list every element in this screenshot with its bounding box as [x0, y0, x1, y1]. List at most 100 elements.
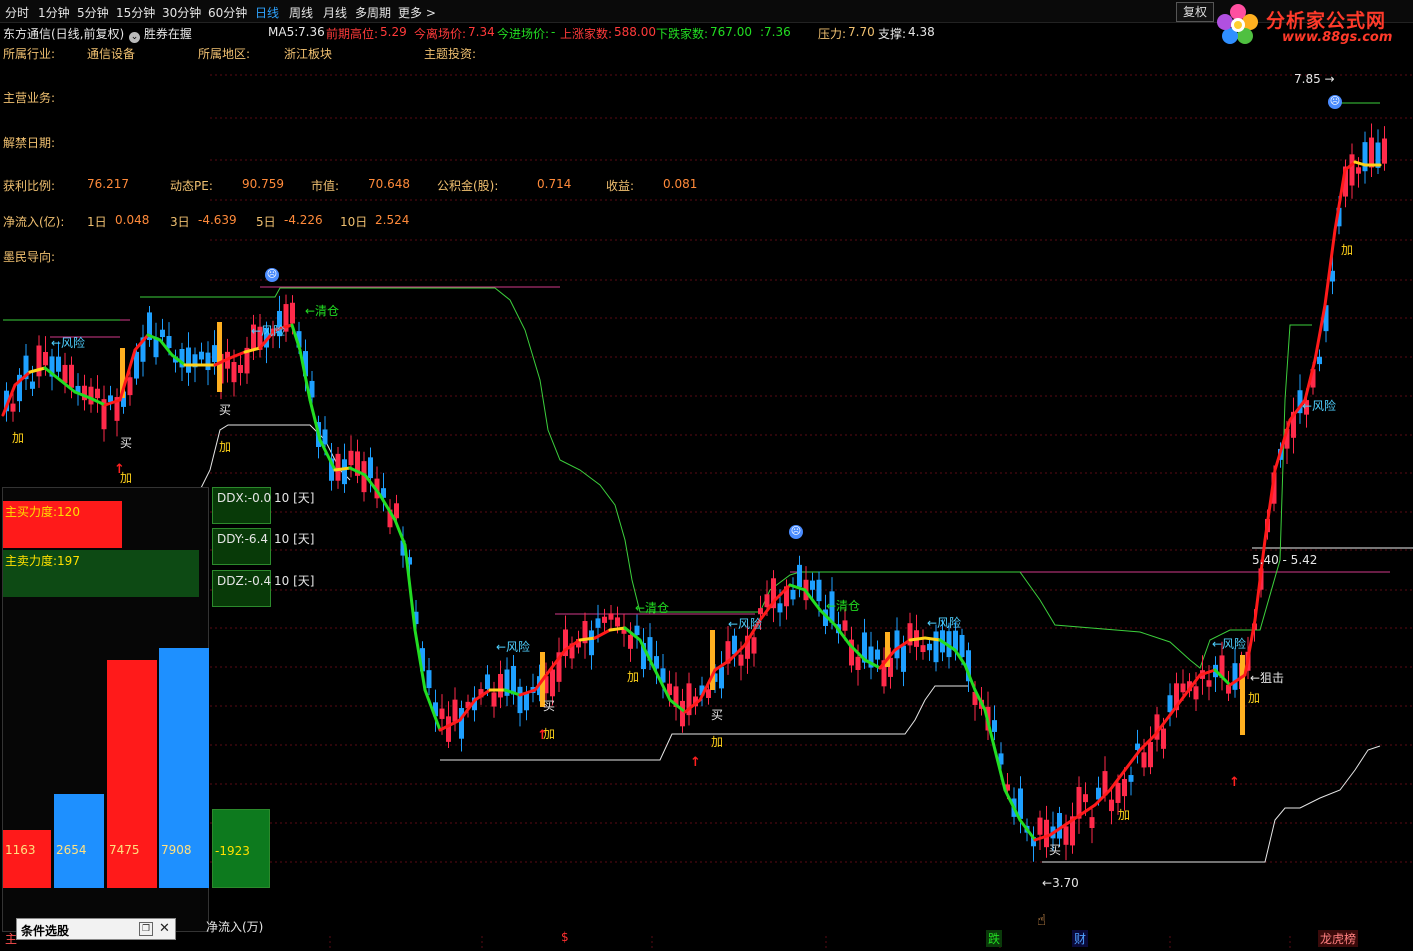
- pe-value: 90.759: [242, 177, 284, 191]
- tab-timeframe[interactable]: 更多 >: [398, 4, 436, 21]
- volume-bar-value: 7908: [161, 843, 192, 857]
- candle-body: [459, 708, 464, 739]
- candle-body: [1240, 655, 1245, 735]
- candle-body: [1141, 752, 1147, 768]
- restore-window-icon[interactable]: ❐: [139, 922, 153, 936]
- volume-bar: 2654: [54, 794, 104, 888]
- candle-body: [394, 503, 399, 519]
- candle-body: [595, 618, 601, 628]
- candle-body: [491, 692, 497, 707]
- sad-face-icon: ☹: [265, 268, 279, 282]
- candle-body: [797, 564, 802, 587]
- candle-body: [816, 579, 822, 602]
- candle-body: [1115, 783, 1121, 803]
- risk-label: ←风险: [1302, 399, 1337, 413]
- arrow-up-icon: ↑: [1229, 775, 1240, 790]
- fall-tag[interactable]: 跌: [986, 930, 1003, 947]
- industry-value: 通信设备: [87, 47, 136, 61]
- today-exit-value: 7.34: [468, 25, 495, 39]
- candle-body: [1128, 775, 1134, 782]
- candle-body: [1232, 663, 1238, 690]
- pe-label: 动态PE:: [170, 179, 213, 193]
- candle-body: [95, 388, 100, 399]
- candle-body: [517, 686, 523, 714]
- strategy-selector[interactable]: ⌄ 胜券在握: [129, 25, 192, 43]
- industry-label: 所属行业:: [3, 47, 56, 61]
- candle-body: [1083, 794, 1088, 803]
- ddx-indicator: DDZ:-0.4: [212, 570, 271, 607]
- extra-value: :7.36: [760, 25, 791, 39]
- candle-body: [719, 666, 724, 689]
- candle-body: [368, 457, 373, 479]
- candle-body: [1356, 167, 1361, 174]
- volume-bar-value: 1163: [5, 843, 36, 857]
- candle-body: [62, 364, 68, 384]
- candle-body: [758, 608, 763, 615]
- candle-body: [589, 630, 594, 656]
- eps-label: 收益:: [606, 179, 635, 193]
- restore-button[interactable]: 复权: [1176, 2, 1214, 22]
- candle-body: [602, 616, 607, 623]
- d5-value: -4.226: [284, 213, 323, 227]
- business-label: 主营业务:: [3, 91, 56, 105]
- tab-timeframe[interactable]: 1分钟: [38, 4, 70, 21]
- ma-segment: [923, 636, 942, 642]
- tab-timeframe[interactable]: 分时: [5, 4, 29, 21]
- netflow-wan-label: 净流入(万): [206, 920, 264, 934]
- candle-body: [426, 670, 432, 689]
- candle-body: [212, 345, 217, 363]
- stock-chart-app: 分时 1分钟 5分钟 15分钟 30分钟 60分钟 日线 周线 月线 多周期 更多 > 复权 分析家…: [0, 0, 1413, 951]
- prev-high-label: 前期高位:: [326, 27, 379, 41]
- d1-label: 1日: [87, 215, 107, 229]
- close-icon[interactable]: ✕: [159, 921, 170, 936]
- profit-ratio-value: 76.217: [87, 177, 129, 191]
- candle-body: [88, 386, 94, 405]
- ma-segment: [578, 636, 597, 642]
- risk-label: ←风险: [927, 616, 962, 630]
- volume-bar-value: -1923: [215, 844, 250, 858]
- candle-body: [764, 594, 770, 608]
- candle-body: [1167, 695, 1173, 713]
- buy-label: 买: [543, 699, 556, 713]
- candle-body: [217, 322, 222, 392]
- candle-body: [205, 352, 211, 371]
- board-tag[interactable]: 龙虎榜: [1318, 930, 1359, 947]
- ma-segment: [1323, 228, 1337, 307]
- candle-body: [10, 403, 16, 412]
- ma-segment: [593, 628, 612, 640]
- tab-timeframe[interactable]: 周线: [289, 4, 313, 21]
- candle-body: [439, 708, 445, 719]
- condition-select-title: 条件选股: [21, 924, 70, 938]
- tab-timeframe[interactable]: 日线: [255, 4, 279, 21]
- tab-timeframe[interactable]: 60分钟: [208, 4, 247, 21]
- candle-body: [628, 634, 633, 649]
- candle-body: [1362, 142, 1368, 172]
- tab-timeframe[interactable]: 5分钟: [77, 4, 109, 21]
- site-logo: 分析家公式网 www.88gs.com: [1214, 0, 1410, 48]
- candle-body: [901, 645, 906, 672]
- risk-label: ←风险: [51, 336, 86, 350]
- d3-value: -4.639: [198, 213, 237, 227]
- tab-timeframe[interactable]: 多周期: [355, 4, 391, 21]
- candle-body: [920, 645, 926, 653]
- low-price-label: ←3.70: [1042, 876, 1079, 890]
- volume-bar: -1923: [212, 809, 270, 888]
- candle-body: [1122, 779, 1127, 797]
- stock-title: 东方通信(日线,前复权): [3, 27, 125, 41]
- main-buy-force: 主买力度:120: [3, 501, 122, 548]
- candle-body: [732, 635, 737, 655]
- add-label: 加: [12, 431, 25, 445]
- candle-body: [342, 459, 347, 485]
- theme-label: 主题投资:: [424, 47, 477, 61]
- ddx-period: 10 [天]: [274, 491, 315, 505]
- wealth-tag[interactable]: 财: [1072, 930, 1089, 947]
- sad-face-icon: ☹: [789, 525, 803, 539]
- risk-label: ←风险: [251, 324, 286, 338]
- tab-timeframe[interactable]: 月线: [323, 4, 347, 21]
- dollar-tag[interactable]: $: [559, 930, 571, 944]
- condition-select-window[interactable]: 条件选股 ❐ ✕: [16, 918, 176, 940]
- ddx-period: 10 [天]: [274, 574, 315, 588]
- tab-timeframe[interactable]: 15分钟: [116, 4, 155, 21]
- d10-value: 2.524: [375, 213, 410, 227]
- tab-timeframe[interactable]: 30分钟: [162, 4, 201, 21]
